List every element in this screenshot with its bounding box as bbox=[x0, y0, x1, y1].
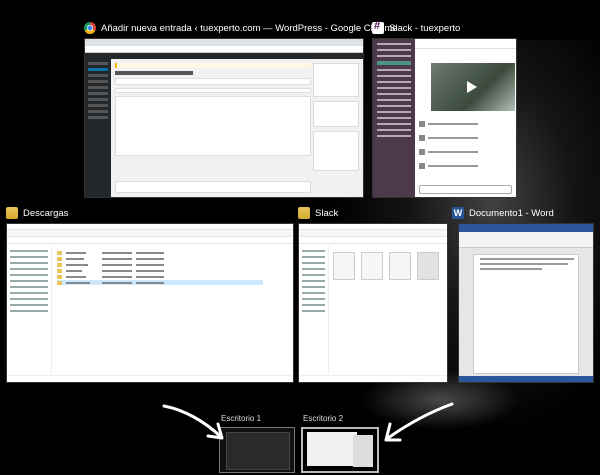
wp-sidebar bbox=[85, 59, 111, 197]
word-icon: W bbox=[452, 207, 464, 219]
browser-tabs bbox=[85, 39, 363, 46]
status-bar bbox=[299, 375, 447, 382]
window-descargas[interactable]: Descargas bbox=[6, 205, 294, 385]
window-header: Añadir nueva entrada ‹ tuexperto.com — W… bbox=[84, 20, 398, 36]
window-thumbnail[interactable] bbox=[458, 223, 594, 383]
desktop-1-thumbnail[interactable] bbox=[219, 427, 295, 473]
window-header: Slack - tuexperto bbox=[372, 20, 460, 36]
wp-admin-bar bbox=[85, 53, 363, 59]
window-word[interactable]: W Documento1 - Word bbox=[452, 205, 594, 385]
navigation-pane bbox=[7, 246, 52, 374]
wp-editor bbox=[115, 63, 311, 177]
message bbox=[419, 163, 510, 173]
wp-publish-box bbox=[313, 63, 359, 97]
chrome-icon bbox=[84, 22, 96, 34]
message-input bbox=[419, 185, 512, 194]
desktop-2-thumbnail[interactable] bbox=[301, 427, 379, 473]
message bbox=[419, 149, 510, 159]
window-thumbnail[interactable] bbox=[298, 223, 448, 383]
window-chrome[interactable]: Añadir nueva entrada ‹ tuexperto.com — W… bbox=[84, 20, 398, 200]
window-header: Descargas bbox=[6, 205, 68, 221]
window-title: Slack - tuexperto bbox=[389, 22, 461, 34]
slack-icon bbox=[372, 20, 384, 34]
window-slack-folder[interactable]: Slack bbox=[298, 205, 448, 385]
window-title: Añadir nueva entrada ‹ tuexperto.com — W… bbox=[101, 22, 398, 34]
window-title: Slack bbox=[315, 207, 339, 219]
wp-format-box bbox=[313, 101, 359, 127]
window-title: Descargas bbox=[23, 207, 69, 219]
wp-seo-bar bbox=[115, 181, 311, 193]
wp-categories-box bbox=[313, 131, 359, 171]
folder-icon bbox=[298, 207, 310, 219]
window-thumbnail[interactable] bbox=[6, 223, 294, 383]
slack-channel-header bbox=[415, 39, 516, 49]
arrow-right-annotation bbox=[384, 402, 454, 442]
slack-sidebar bbox=[373, 39, 415, 197]
message bbox=[419, 121, 510, 131]
navigation-pane bbox=[299, 246, 329, 374]
window-thumbnail[interactable] bbox=[372, 38, 517, 198]
window-thumbnail[interactable] bbox=[84, 38, 364, 198]
window-header: Slack bbox=[298, 205, 338, 221]
arrow-left-annotation bbox=[162, 404, 224, 440]
window-title: Documento1 - Word bbox=[469, 207, 554, 219]
address-bar bbox=[85, 46, 363, 53]
file-list bbox=[57, 250, 263, 286]
desktop-label: Escritorio 2 bbox=[303, 414, 344, 423]
video-preview bbox=[431, 63, 515, 111]
status-bar bbox=[7, 375, 293, 382]
window-slack[interactable]: Slack - tuexperto bbox=[372, 20, 517, 200]
file-grid bbox=[333, 252, 439, 280]
document-page bbox=[473, 254, 579, 374]
message bbox=[419, 135, 510, 145]
window-header: W Documento1 - Word bbox=[452, 205, 554, 221]
status-bar bbox=[459, 376, 593, 382]
folder-icon bbox=[6, 207, 18, 219]
